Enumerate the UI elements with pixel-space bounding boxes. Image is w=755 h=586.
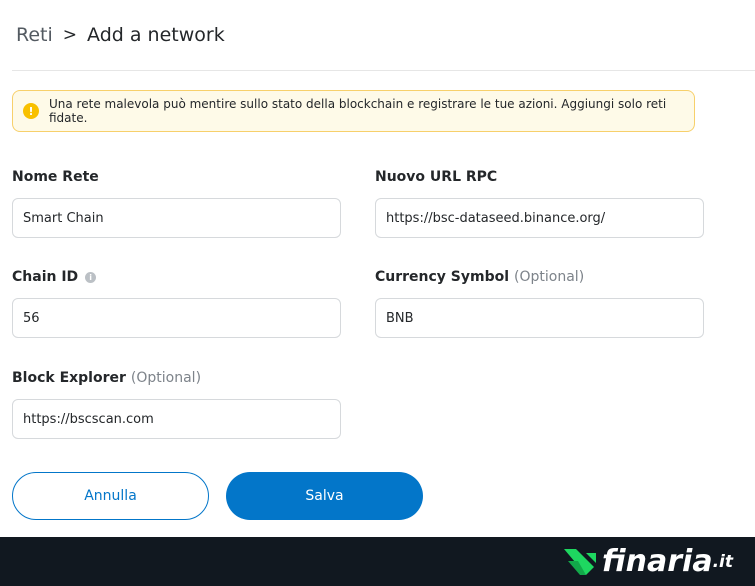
block-explorer-input[interactable] (12, 399, 341, 439)
block-explorer-label: Block Explorer (Optional) (12, 370, 202, 386)
header-divider (12, 70, 755, 71)
page-title: Add a network (87, 24, 225, 46)
chain-id-label: Chain ID i (12, 267, 341, 287)
logo-wordmark: finaria (602, 544, 713, 579)
rpc-url-field: Nuovo URL RPC (375, 167, 704, 238)
optional-hint: (Optional) (130, 370, 202, 386)
rpc-url-input[interactable] (375, 198, 704, 238)
breadcrumb-networks-link[interactable]: Reti (16, 24, 53, 46)
warning-banner: ! Una rete malevola può mentire sullo st… (12, 90, 695, 132)
optional-hint: (Optional) (514, 269, 585, 285)
rpc-url-label: Nuovo URL RPC (375, 169, 498, 185)
footer-bar: finaria .it (0, 537, 755, 586)
currency-symbol-field: Currency Symbol (Optional) (375, 267, 704, 338)
finaria-logo: finaria .it (564, 547, 733, 577)
currency-symbol-label: Currency Symbol (Optional) (375, 269, 585, 285)
logo-tld: .it (712, 552, 733, 572)
network-name-label: Nome Rete (12, 169, 99, 185)
info-icon[interactable]: i (85, 271, 97, 283)
chain-id-field: Chain ID i (12, 267, 341, 338)
warning-icon: ! (23, 103, 39, 119)
currency-symbol-input[interactable] (375, 298, 704, 338)
breadcrumb: Reti > Add a network (16, 22, 225, 48)
chain-id-input[interactable] (12, 298, 341, 338)
warning-text: Una rete malevola può mentire sullo stat… (49, 97, 667, 125)
network-name-input[interactable] (12, 198, 341, 238)
network-name-field: Nome Rete (12, 167, 341, 238)
block-explorer-field: Block Explorer (Optional) (12, 368, 341, 439)
chevron-right-icon: > (62, 25, 78, 45)
finaria-logo-mark-icon (564, 549, 597, 575)
save-button[interactable]: Salva (226, 472, 423, 520)
cancel-button[interactable]: Annulla (12, 472, 209, 520)
